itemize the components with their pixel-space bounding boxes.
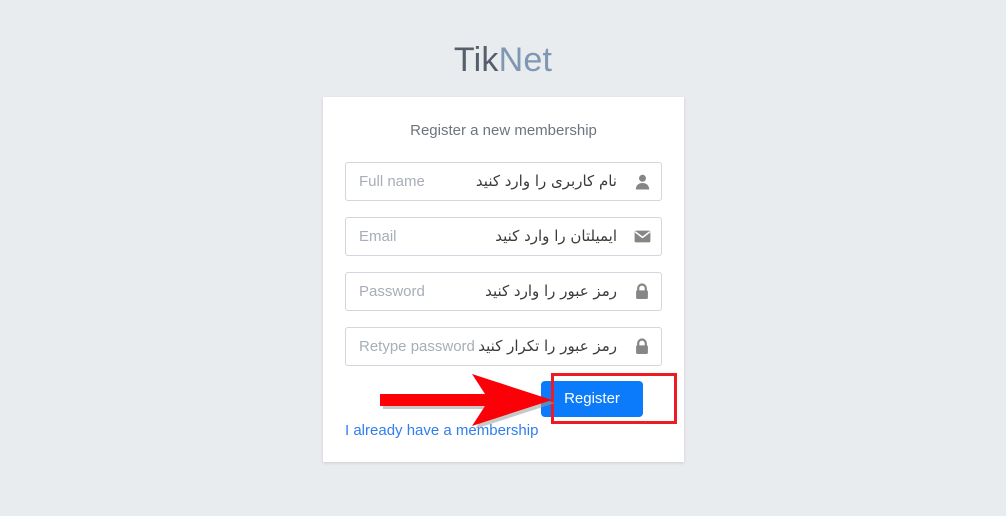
full-name-placeholder: Full name <box>359 173 425 190</box>
register-card-message: Register a new membership <box>410 122 597 139</box>
full-name-input-group[interactable]: Full name نام کاربری را وارد کنید <box>345 162 662 201</box>
logo-text-secondary: Net <box>498 41 553 79</box>
user-icon <box>623 163 661 200</box>
email-input-group[interactable]: Email ایمیلتان را وارد کنید <box>345 217 662 256</box>
retype-password-input-group[interactable]: Retype password رمز عبور را تکرار کنید <box>345 327 662 366</box>
lock-icon <box>623 273 661 310</box>
lock-icon <box>623 328 661 365</box>
register-form: Full name نام کاربری را وارد کنید Email … <box>345 162 662 382</box>
already-have-membership-link[interactable]: I already have a membership <box>345 421 538 441</box>
envelope-icon <box>623 218 661 255</box>
password-placeholder: Password <box>359 283 425 300</box>
register-card: Register a new membership Full name نام … <box>323 97 684 462</box>
retype-password-annotation-fa: رمز عبور را تکرار کنید <box>478 337 617 355</box>
full-name-annotation-fa: نام کاربری را وارد کنید <box>475 172 617 190</box>
password-input-group[interactable]: Password رمز عبور را وارد کنید <box>345 272 662 311</box>
password-annotation-fa: رمز عبور را وارد کنید <box>485 282 617 300</box>
email-annotation-fa: ایمیلتان را وارد کنید <box>495 227 617 245</box>
logo-text-primary: Tik <box>453 41 499 79</box>
register-button[interactable]: Register <box>541 381 643 417</box>
app-logo: TikNet <box>0 38 1006 82</box>
retype-password-placeholder: Retype password <box>359 338 475 355</box>
email-placeholder: Email <box>359 228 397 245</box>
